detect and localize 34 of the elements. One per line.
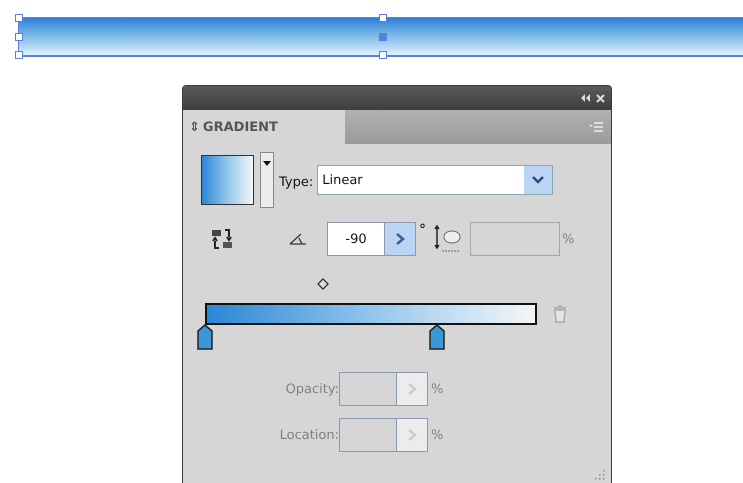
type-label: Type: xyxy=(279,174,314,190)
caret-icon xyxy=(263,161,271,166)
gradient-swatch[interactable] xyxy=(201,155,254,205)
chevron-icon xyxy=(407,429,417,441)
chevron-icon xyxy=(395,233,405,245)
selection-handle[interactable] xyxy=(15,51,23,59)
center-point xyxy=(379,32,387,40)
gradient-midpoint[interactable] xyxy=(317,278,329,290)
selection-handle[interactable] xyxy=(15,32,23,40)
menu-icon[interactable] xyxy=(589,122,603,132)
chevron-icon xyxy=(407,383,417,395)
degree-unit: ° xyxy=(419,222,426,238)
angle-icon xyxy=(289,233,307,245)
resize-grip-icon[interactable] xyxy=(593,468,605,480)
swatch-dropdown[interactable] xyxy=(260,152,274,208)
panel-tab[interactable]: ⇕ GRADIENT xyxy=(183,110,345,144)
selection-handle[interactable] xyxy=(379,51,387,59)
panel-tab-label: ⇕ xyxy=(189,120,200,134)
field-label: Opacity: xyxy=(284,382,339,396)
close-icon[interactable] xyxy=(596,94,605,102)
reverse-gradient-icon[interactable] xyxy=(211,228,233,250)
selection-handle[interactable] xyxy=(379,14,387,22)
color-stop[interactable] xyxy=(197,324,213,350)
type-select[interactable]: Linear xyxy=(317,165,554,195)
selection-handle[interactable] xyxy=(15,14,23,22)
percent-unit: % xyxy=(431,428,444,442)
chevron-down-icon xyxy=(532,176,544,184)
panel-tab-title: GRADIENT xyxy=(202,120,278,134)
color-stop[interactable] xyxy=(429,324,446,350)
field-label: Location: xyxy=(278,428,339,442)
percent-unit: % xyxy=(562,232,574,246)
percent-unit: % xyxy=(431,382,444,396)
angle-field[interactable]: -90 xyxy=(327,222,416,256)
collapse-icon[interactable] xyxy=(580,94,590,102)
